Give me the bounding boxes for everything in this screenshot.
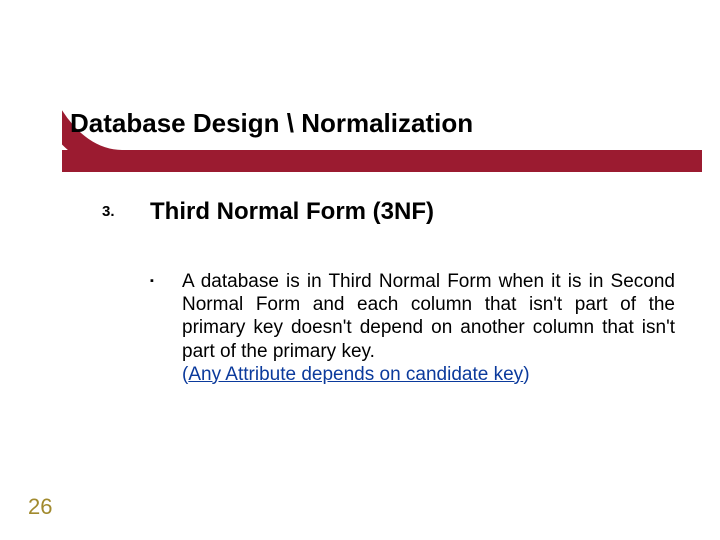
accent-bar-decor	[62, 150, 702, 172]
note-link: Any Attribute depends on candidate key	[188, 364, 523, 385]
heading-text: Third Normal Form (3NF)	[150, 198, 434, 226]
body-paragraph: A database is in Third Normal Form when …	[182, 271, 675, 362]
heading-row: 3. Third Normal Form (3NF)	[102, 198, 434, 226]
note-close-paren: )	[523, 364, 529, 385]
slide-title: Database Design \ Normalization	[70, 108, 473, 139]
body-row: ▪ A database is in Third Normal Form whe…	[150, 270, 675, 386]
heading-number: 3.	[102, 198, 150, 220]
slide: Database Design \ Normalization 3. Third…	[0, 0, 720, 540]
body-text: A database is in Third Normal Form when …	[182, 270, 675, 386]
page-number: 26	[28, 494, 52, 520]
bullet-icon: ▪	[150, 270, 182, 287]
